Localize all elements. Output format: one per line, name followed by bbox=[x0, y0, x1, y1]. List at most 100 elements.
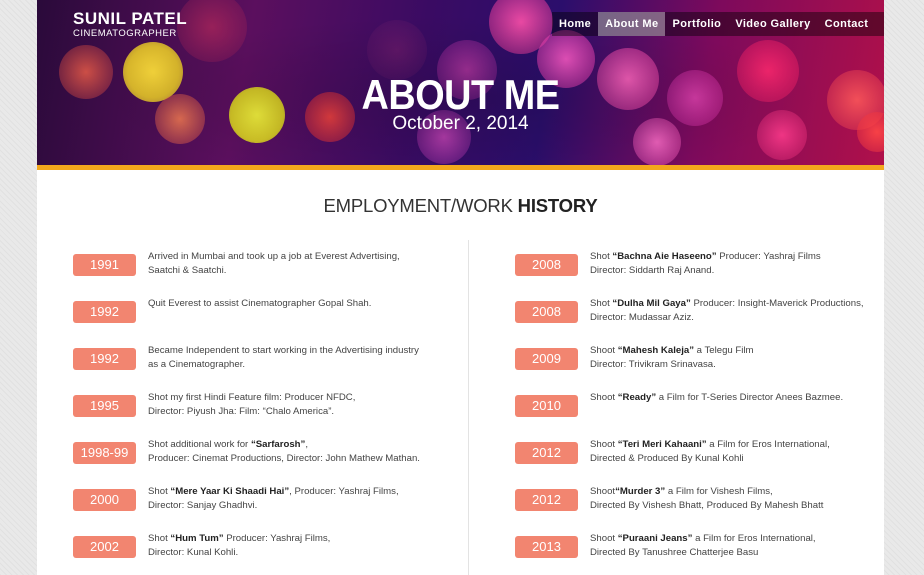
description-text: Shot bbox=[148, 486, 171, 497]
description-line: Shot “Hum Tum” Producer: Yashraj Films, bbox=[148, 532, 428, 546]
history-description: Shoot “Mahesh Kaleja” a Telegu Film Direc… bbox=[590, 344, 870, 371]
description-line: Shot my first Hindi Feature film: Produc… bbox=[148, 391, 428, 405]
year-badge: 2010 bbox=[515, 395, 578, 417]
description-text: a Film for Eros International, bbox=[692, 533, 816, 544]
description-line: Saatchi & Saatchi. bbox=[148, 264, 428, 278]
description-text: Director: Kunal Kohli. bbox=[148, 546, 239, 558]
film-title: “Murder 3” bbox=[615, 486, 666, 497]
history-description: Shot “Bachna Aie Haseeno” Producer: Yash… bbox=[590, 250, 870, 277]
year-badge: 2008 bbox=[515, 254, 578, 276]
page-container: SUNIL PATEL CINEMATOGRAPHER Home About M… bbox=[37, 0, 884, 575]
description-line: Shot additional work for “Sarfarosh”, bbox=[148, 438, 428, 452]
nav-portfolio[interactable]: Portfolio bbox=[665, 12, 728, 36]
description-text: Shot bbox=[148, 533, 171, 544]
year-badge: 2009 bbox=[515, 348, 578, 370]
description-text: Director: Mudassar Aziz. bbox=[590, 311, 694, 323]
description-line: Director: Siddarth Raj Anand. bbox=[590, 264, 870, 278]
brand-subtitle: CINEMATOGRAPHER bbox=[73, 28, 177, 39]
description-line: Shot “Bachna Aie Haseeno” Producer: Yash… bbox=[590, 250, 870, 264]
description-line: Shot “Dulha Mil Gaya” Producer: Insight-… bbox=[590, 297, 870, 311]
description-line: Shoot“Murder 3” a Film for Vishesh Films… bbox=[590, 485, 870, 499]
description-text: Shot my first Hindi Feature film: Produc… bbox=[148, 392, 356, 403]
main-nav: Home About Me Portfolio Video Gallery Co… bbox=[552, 12, 884, 36]
description-text: Shoot bbox=[590, 345, 618, 356]
film-title: “Bachna Aie Haseeno” bbox=[612, 251, 717, 262]
film-title: “Dulha Mil Gaya” bbox=[612, 298, 691, 309]
history-description: Arrived in Mumbai and took up a job at E… bbox=[148, 250, 428, 277]
year-badge: 2000 bbox=[73, 489, 136, 511]
description-text: Saatchi & Saatchi. bbox=[148, 264, 227, 276]
year-badge: 1991 bbox=[73, 254, 136, 276]
history-description: Shot my first Hindi Feature film: Produc… bbox=[148, 391, 428, 418]
description-text: , bbox=[305, 439, 308, 450]
nav-home[interactable]: Home bbox=[552, 12, 598, 36]
description-text: Shoot bbox=[590, 392, 618, 403]
description-text: Became Independent to start working in t… bbox=[148, 345, 419, 356]
description-line: Shot “Mere Yaar Ki Shaadi Hai”, Producer… bbox=[148, 485, 428, 499]
description-text: Director: Piyush Jha: Film: “Chalo Ameri… bbox=[148, 405, 335, 417]
description-text: Directed By Tanushree Chatterjee Basu bbox=[590, 546, 759, 558]
section-heading: EMPLOYMENT/WORK HISTORY bbox=[37, 195, 884, 217]
description-text: Directed By Vishesh Bhatt, Produced By M… bbox=[590, 499, 824, 511]
description-text: Shot additional work for bbox=[148, 439, 251, 450]
description-text: Shot bbox=[590, 251, 613, 262]
page-date: October 2, 2014 bbox=[392, 113, 529, 134]
history-description: Shot additional work for “Sarfarosh”, Pro… bbox=[148, 438, 428, 465]
description-text: a Film for Eros International, bbox=[706, 439, 830, 450]
year-badge: 2012 bbox=[515, 442, 578, 464]
description-text: a Telegu Film bbox=[694, 345, 754, 356]
description-line: Shoot “Puraani Jeans” a Film for Eros In… bbox=[590, 532, 870, 546]
history-description: Shoot “Teri Meri Kahaani” a Film for Ero… bbox=[590, 438, 870, 465]
description-text: Producer: Yashraj Films bbox=[716, 251, 821, 262]
year-badge: 2002 bbox=[73, 536, 136, 558]
description-text: Director: Trivikram Srinavasa. bbox=[590, 358, 716, 370]
film-title: “Mere Yaar Ki Shaadi Hai” bbox=[170, 486, 290, 497]
description-line: Became Independent to start working in t… bbox=[148, 344, 428, 358]
description-line: Shoot “Ready” a Film for T-Series Direct… bbox=[590, 391, 870, 405]
film-title: “Sarfarosh” bbox=[250, 439, 306, 450]
description-line: Director: Trivikram Srinavasa. bbox=[590, 358, 870, 372]
nav-about-me[interactable]: About Me bbox=[598, 12, 666, 36]
nav-video-gallery[interactable]: Video Gallery bbox=[728, 12, 817, 36]
description-text: as a Cinematographer. bbox=[148, 358, 246, 370]
description-line: Director: Kunal Kohli. bbox=[148, 546, 428, 560]
description-text: a Film for T-Series Director Anees Bazme… bbox=[656, 392, 844, 403]
description-line: Director: Sanjay Ghadhvi. bbox=[148, 499, 428, 513]
film-title: “Puraani Jeans” bbox=[617, 533, 693, 544]
year-badge: 1992 bbox=[73, 301, 136, 323]
description-text: Producer: Insight-Maverick Productions, bbox=[690, 298, 864, 309]
description-text: Shoot bbox=[590, 439, 618, 450]
accent-bar bbox=[37, 165, 884, 170]
description-text: Shoot bbox=[590, 533, 618, 544]
description-text: a Film for Vishesh Films, bbox=[665, 486, 773, 497]
description-line: Directed By Vishesh Bhatt, Produced By M… bbox=[590, 499, 870, 513]
history-description: Quit Everest to assist Cinematographer G… bbox=[148, 297, 428, 311]
film-title: “Teri Meri Kahaani” bbox=[617, 439, 707, 450]
description-text: Quit Everest to assist Cinematographer G… bbox=[148, 298, 372, 309]
year-badge: 1998-99 bbox=[73, 442, 136, 464]
description-text: Producer: Yashraj Films, bbox=[223, 533, 331, 544]
description-line: as a Cinematographer. bbox=[148, 358, 428, 372]
nav-contact[interactable]: Contact bbox=[818, 12, 876, 36]
history-description: Shot “Hum Tum” Producer: Yashraj Films, D… bbox=[148, 532, 428, 559]
year-badge: 2013 bbox=[515, 536, 578, 558]
description-line: Directed By Tanushree Chatterjee Basu bbox=[590, 546, 870, 560]
brand-name: SUNIL PATEL bbox=[73, 9, 188, 28]
description-text: , Producer: Yashraj Films, bbox=[289, 486, 399, 497]
history-description: Shoot “Puraani Jeans” a Film for Eros In… bbox=[590, 532, 870, 559]
description-text: Arrived in Mumbai and took up a job at E… bbox=[148, 251, 400, 262]
year-badge: 2012 bbox=[515, 489, 578, 511]
description-line: Shoot “Teri Meri Kahaani” a Film for Ero… bbox=[590, 438, 870, 452]
history-description: Shot “Mere Yaar Ki Shaadi Hai”, Producer… bbox=[148, 485, 428, 512]
description-text: Directed & Produced By Kunal Kohli bbox=[590, 452, 744, 464]
history-description: Shoot“Murder 3” a Film for Vishesh Films… bbox=[590, 485, 870, 512]
brand-logo[interactable]: SUNIL PATEL CINEMATOGRAPHER bbox=[73, 9, 188, 40]
history-description: Shot “Dulha Mil Gaya” Producer: Insight-… bbox=[590, 297, 870, 324]
hero-banner: SUNIL PATEL CINEMATOGRAPHER Home About M… bbox=[37, 0, 884, 165]
page-title: ABOUT ME bbox=[361, 71, 560, 118]
description-text: Director: Siddarth Raj Anand. bbox=[590, 264, 715, 276]
description-line: Producer: Cinemat Productions, Director:… bbox=[148, 452, 428, 466]
film-title: “Mahesh Kaleja” bbox=[617, 345, 694, 356]
year-badge: 2008 bbox=[515, 301, 578, 323]
description-text: Shoot bbox=[590, 486, 616, 497]
